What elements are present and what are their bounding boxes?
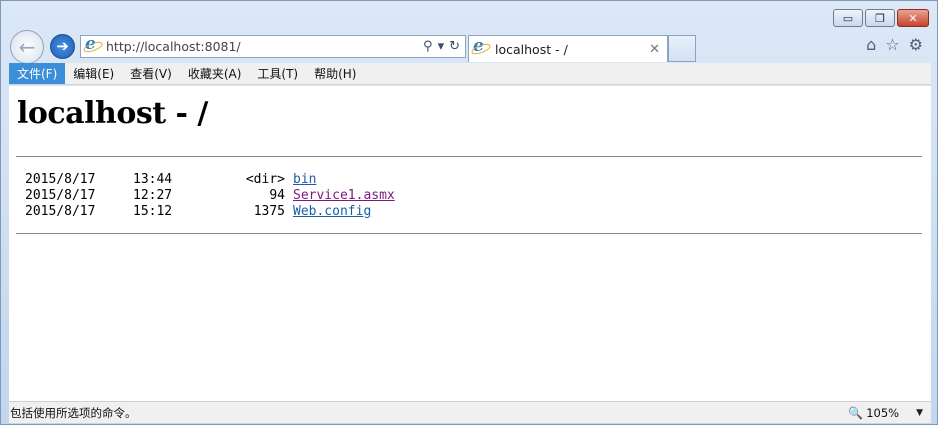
entry-link-web-config[interactable]: Web.config: [293, 204, 371, 220]
caption-buttons: ▭ ❐ ✕: [833, 9, 929, 27]
entry-size: 94: [269, 188, 285, 203]
forward-arrow-icon: ➔: [56, 37, 69, 55]
list-item: 2015/8/17 12:27 94 Service1.asmx: [25, 188, 395, 204]
entry-link-service1-asmx[interactable]: Service1.asmx: [293, 188, 395, 204]
dropdown-icon[interactable]: ▾: [438, 40, 445, 53]
back-button[interactable]: ←: [10, 30, 44, 64]
entry-time: 12:27: [133, 188, 173, 203]
restore-icon: ❐: [875, 11, 885, 25]
zoom-control[interactable]: 🔍 105% ▼: [848, 406, 923, 420]
new-tab-button[interactable]: [668, 35, 696, 62]
menu-view[interactable]: 查看(V): [122, 63, 180, 84]
entry-time: 13:44: [133, 172, 173, 187]
browser-command-icons: ⌂ ☆ ⚙: [866, 37, 923, 53]
page-content: localhost - / 2015/8/17 13:44 <dir> bin …: [9, 86, 931, 401]
forward-button[interactable]: ➔: [50, 34, 75, 59]
list-item: 2015/8/17 15:12 1375 Web.config: [25, 204, 395, 220]
close-icon: ✕: [908, 11, 918, 25]
address-input[interactable]: [106, 39, 424, 54]
minimize-button[interactable]: ▭: [833, 9, 863, 27]
entry-date: 2015/8/17: [25, 172, 96, 187]
menu-tools[interactable]: 工具(T): [249, 63, 306, 84]
entry-size: <dir>: [245, 172, 285, 187]
menu-favorites[interactable]: 收藏夹(A): [180, 63, 250, 84]
tab-localhost[interactable]: e localhost - / ✕: [468, 35, 668, 62]
entry-link-bin[interactable]: bin: [293, 172, 316, 188]
back-arrow-icon: ←: [18, 35, 36, 59]
directory-listing: 2015/8/17 13:44 <dir> bin 2015/8/17 12:2…: [25, 172, 395, 220]
ie-tab-icon: e: [470, 38, 492, 57]
menu-help[interactable]: 帮助(H): [306, 63, 364, 84]
page-title: localhost - /: [17, 96, 208, 131]
zoom-dropdown-icon[interactable]: ▼: [916, 408, 923, 418]
divider-bottom: [16, 233, 922, 234]
minimize-icon: ▭: [842, 11, 854, 25]
address-tools: ⚲ ▾ ↻: [423, 40, 460, 53]
entry-date: 2015/8/17: [25, 188, 96, 203]
search-icon[interactable]: ⚲: [423, 40, 433, 53]
entry-date: 2015/8/17: [25, 204, 96, 219]
address-bar: e ⚲ ▾ ↻: [80, 35, 466, 58]
menu-edit[interactable]: 编辑(E): [65, 63, 122, 84]
tab-title: localhost - /: [495, 41, 568, 57]
favorites-star-icon[interactable]: ☆: [885, 37, 899, 53]
zoom-magnifier-icon: 🔍: [848, 405, 864, 420]
entry-size: 1375: [253, 204, 285, 219]
entry-time: 15:12: [133, 204, 173, 219]
tools-gear-icon[interactable]: ⚙: [909, 37, 923, 53]
refresh-icon[interactable]: ↻: [449, 40, 460, 53]
close-window-button[interactable]: ✕: [897, 9, 929, 27]
close-tab-icon[interactable]: ✕: [649, 43, 660, 56]
divider-top: [16, 156, 922, 157]
browser-window: ▭ ❐ ✕ ← ➔ e ⚲ ▾ ↻ e localhost - / ✕ ⌂: [0, 0, 938, 425]
menu-file[interactable]: 文件(F): [9, 63, 66, 84]
zoom-level: 105%: [866, 405, 900, 420]
status-bar: 包括使用所选项的命令。 🔍 105% ▼: [9, 401, 931, 423]
list-item: 2015/8/17 13:44 <dir> bin: [25, 172, 395, 188]
status-text: 包括使用所选项的命令。: [10, 405, 137, 420]
ie-page-icon: e: [82, 35, 104, 55]
menu-bar: 文件(F) 编辑(E) 查看(V) 收藏夹(A) 工具(T) 帮助(H): [9, 63, 931, 85]
home-icon[interactable]: ⌂: [866, 37, 876, 53]
restore-button[interactable]: ❐: [865, 9, 895, 27]
